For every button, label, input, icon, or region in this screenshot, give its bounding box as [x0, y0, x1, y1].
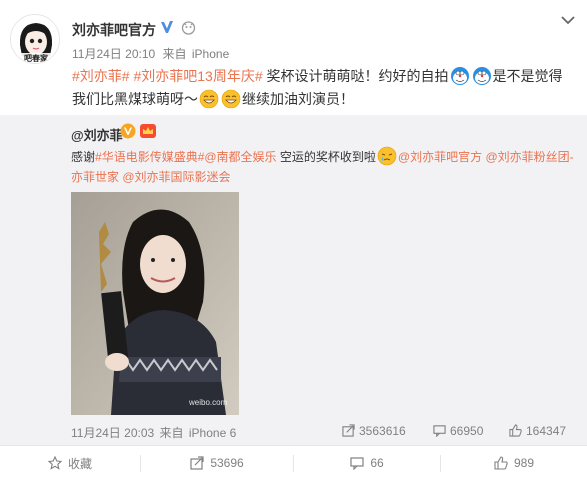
retweet-text-segment: 空运的奖杯收到啦 — [276, 150, 376, 164]
post-text-segment: 奖杯设计萌萌哒！约好的自拍 — [262, 68, 449, 84]
chevron-down-icon[interactable] — [559, 14, 577, 28]
like-button[interactable]: 989 — [441, 446, 587, 480]
author-name[interactable]: 刘亦菲吧官方 — [72, 20, 156, 40]
retweet-block[interactable]: @刘亦菲 感谢#华语电影传媒盛典#@南都全娱乐 空运的奖杯收到啦 @刘亦菲吧官方 … — [0, 115, 587, 445]
retweet-photo[interactable]: weibo.com — [71, 192, 239, 415]
mention-link[interactable]: @刘亦菲国际影迷会 — [122, 170, 230, 184]
emoji-doraemon-icon — [472, 67, 491, 85]
repost-count: 53696 — [210, 456, 244, 470]
emoji-tear-icon — [377, 146, 397, 166]
member-icon[interactable] — [181, 20, 196, 35]
favorite-button[interactable]: 收藏 — [0, 446, 140, 480]
hashtag-link[interactable]: #刘亦菲吧13周年庆# — [133, 68, 262, 84]
like-count: 989 — [513, 456, 535, 470]
like-icon — [509, 424, 522, 437]
emoji-doraemon-icon — [450, 67, 469, 85]
comment-icon — [433, 425, 446, 438]
action-bar: 收藏 53696 66 989 — [0, 445, 587, 480]
retweet-time[interactable]: 11月24日 20:03 — [71, 426, 154, 440]
repost-button[interactable]: 53696 — [141, 446, 293, 480]
post-text: #刘亦菲# #刘亦菲吧13周年庆# 奖杯设计萌萌哒！约好的自拍 是不是觉得我们比黑… — [72, 65, 572, 111]
comment-icon — [350, 457, 364, 470]
star-icon — [47, 456, 62, 470]
comment-count: 66 — [370, 456, 384, 470]
emoji-grin-icon — [221, 89, 241, 109]
retweet-author[interactable]: @刘亦菲 — [71, 125, 123, 144]
post-source: iPhone — [191, 47, 230, 61]
post-meta: 11月24日 20:10 来自 iPhone — [72, 45, 229, 62]
retweet-repost-count[interactable]: 3563616 — [342, 424, 406, 438]
retweet-comment-count[interactable]: 66950 — [433, 424, 483, 438]
hashtag-link[interactable]: #华语电影传媒盛典# — [95, 150, 204, 164]
like-icon — [494, 456, 508, 470]
weibo-post-card: 吧春家 刘亦菲吧官方 11月24日 20:10 来自 iPhone #刘亦菲# … — [0, 0, 587, 480]
mention-link[interactable]: @刘亦菲吧官方 — [398, 150, 482, 164]
retweet-repost-value: 3563616 — [359, 424, 406, 438]
hashtag-link[interactable]: #刘亦菲# — [72, 68, 130, 84]
emoji-grin-icon — [199, 89, 219, 109]
retweet-text-segment: 感谢 — [71, 150, 96, 164]
verified-icon — [120, 123, 136, 139]
photo-image — [71, 192, 239, 415]
favorite-label: 收藏 — [67, 456, 92, 471]
post-time[interactable]: 11月24日 20:10 — [72, 47, 155, 61]
retweet-like-value: 164347 — [526, 424, 567, 438]
retweet-like-count[interactable]: 164347 — [509, 424, 566, 438]
crown-icon[interactable] — [139, 123, 157, 139]
repost-icon — [190, 456, 204, 470]
post-text-segment: 继续加油刘演员！ — [242, 91, 354, 107]
avatar[interactable]: 吧春家 — [10, 14, 60, 64]
comment-button[interactable]: 66 — [294, 446, 440, 480]
retweet-source: iPhone 6 — [188, 426, 237, 440]
photo-watermark: weibo.com — [189, 398, 228, 407]
repost-icon — [342, 424, 355, 437]
avatar-caption: 吧春家 — [24, 54, 48, 63]
mention-link[interactable]: @南都全娱乐 — [204, 150, 276, 164]
source-prefix: 来自 — [159, 426, 184, 440]
source-prefix: 来自 — [162, 47, 187, 61]
retweet-comment-value: 66950 — [450, 424, 484, 438]
verified-icon — [158, 18, 176, 36]
retweet-meta: 11月24日 20:03 来自 iPhone 6 — [71, 424, 236, 441]
retweet-text: 感谢#华语电影传媒盛典#@南都全娱乐 空运的奖杯收到啦 @刘亦菲吧官方 @刘亦菲粉… — [71, 146, 576, 187]
